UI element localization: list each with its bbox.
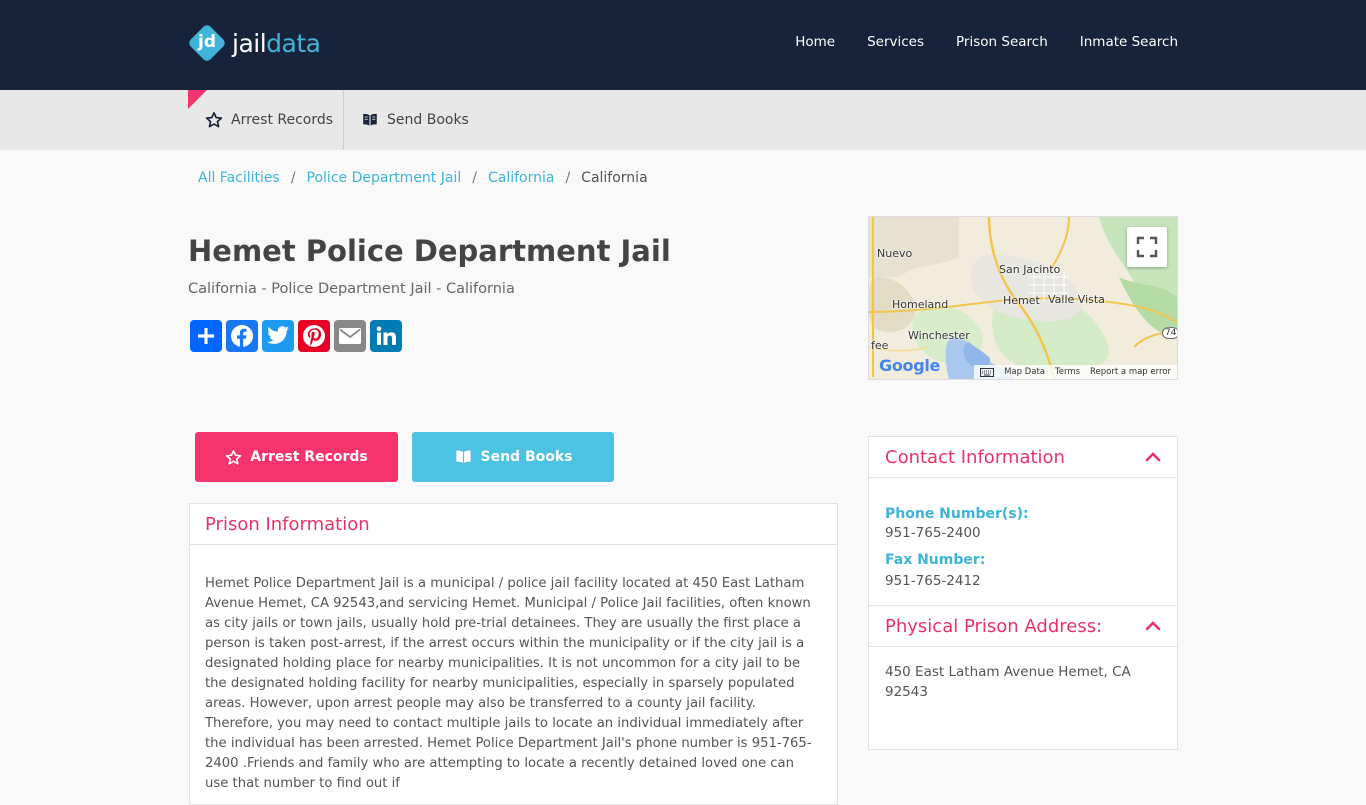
facebook-icon (231, 325, 253, 347)
chevron-up-icon[interactable] (1145, 452, 1161, 462)
subnav-divider (343, 90, 344, 150)
twitter-icon (267, 326, 289, 344)
twitter-share-button[interactable] (262, 320, 294, 352)
email-icon (339, 328, 361, 344)
breadcrumb-current: California (581, 170, 648, 186)
email-share-button[interactable] (334, 320, 366, 352)
breadcrumb-separator: / (565, 170, 571, 186)
breadcrumb-california[interactable]: California (488, 170, 554, 186)
address-header[interactable]: Physical Prison Address: (869, 605, 1177, 647)
prison-information-text: Hemet Police Department Jail is a munici… (205, 576, 812, 791)
map-label: Homeland (892, 298, 949, 311)
breadcrumb-separator: / (290, 170, 296, 186)
pinterest-share-button[interactable] (298, 320, 330, 352)
map-label: Winchester (908, 329, 970, 342)
keyboard-icon[interactable] (980, 367, 995, 377)
map-terms-link[interactable]: Terms (1055, 367, 1080, 377)
phone-number: 951-765-2400 (885, 525, 981, 541)
nav-inmate-search[interactable]: Inmate Search (1080, 34, 1178, 50)
nav-home[interactable]: Home (795, 34, 835, 50)
address-line-2: 92543 (885, 684, 928, 700)
contact-sidebar: Contact Information Phone Number(s): 951… (868, 436, 1178, 750)
google-logo: Google (879, 356, 941, 375)
address-heading: Physical Prison Address: (885, 615, 1103, 637)
send-books-button[interactable]: Send Books (412, 432, 614, 482)
logo-mark-icon: jd (187, 23, 227, 63)
pinterest-icon (303, 325, 325, 347)
route-74-badge: 74 (1162, 327, 1177, 339)
nav-prison-search[interactable]: Prison Search (956, 34, 1048, 50)
map-fullscreen-button[interactable] (1127, 227, 1167, 267)
book-icon (455, 450, 471, 464)
fullscreen-icon (1136, 236, 1158, 258)
facebook-share-button[interactable] (226, 320, 258, 352)
nav-services[interactable]: Services (867, 34, 924, 50)
subnav-send-books[interactable]: Send Books (361, 90, 469, 150)
top-navbar: jd jaildata Home Services Prison Search … (0, 0, 1366, 90)
fax-number: 951-765-2412 (885, 573, 981, 589)
jaildata-logo[interactable]: jd jaildata (187, 23, 321, 63)
logo-wordmark: jaildata (232, 28, 321, 58)
map-footer: Map Data Terms Report a map error (974, 365, 1177, 379)
prison-information-panel: Prison Information Hemet Police Departme… (189, 503, 838, 805)
star-icon (205, 112, 223, 128)
breadcrumb-police-department-jail[interactable]: Police Department Jail (307, 170, 462, 186)
page-title: Hemet Police Department Jail (188, 234, 671, 268)
share-icon (198, 328, 214, 344)
map-report-error-link[interactable]: Report a map error (1090, 367, 1171, 377)
star-icon (226, 449, 242, 465)
contact-information-heading: Contact Information (885, 446, 1065, 468)
subnav-arrest-records[interactable]: Arrest Records (205, 90, 333, 150)
breadcrumb: All Facilities / Police Department Jail … (198, 170, 648, 186)
fax-label: Fax Number: (885, 552, 986, 568)
arrest-records-button[interactable]: Arrest Records (195, 432, 398, 482)
breadcrumb-all-facilities[interactable]: All Facilities (198, 170, 280, 186)
chevron-up-icon[interactable] (1145, 621, 1161, 631)
main-nav: Home Services Prison Search Inmate Searc… (795, 34, 1178, 50)
phone-label: Phone Number(s): (885, 506, 1029, 522)
map-label: fee (871, 339, 889, 352)
breadcrumb-separator: / (472, 170, 477, 186)
sub-navbar: Arrest Records Send Books (0, 90, 1366, 150)
map-label: Valle Vista (1048, 293, 1105, 306)
location-map[interactable]: Nuevo San Jacinto Homeland Hemet Valle V… (868, 216, 1178, 380)
book-icon (363, 113, 377, 126)
map-data-link[interactable]: Map Data (1004, 367, 1045, 377)
prison-information-heading: Prison Information (190, 504, 837, 545)
linkedin-icon (376, 326, 396, 345)
map-label: San Jacinto (999, 263, 1061, 276)
map-label: Hemet (1003, 294, 1040, 307)
linkedin-share-button[interactable] (370, 320, 402, 352)
address-line-1: 450 East Latham Avenue Hemet, CA (885, 664, 1131, 680)
share-button[interactable] (190, 320, 222, 352)
map-label: Nuevo (877, 247, 913, 260)
page-subtitle: California - Police Department Jail - Ca… (188, 281, 515, 297)
share-buttons (190, 320, 402, 352)
contact-information-header[interactable]: Contact Information (869, 437, 1177, 478)
